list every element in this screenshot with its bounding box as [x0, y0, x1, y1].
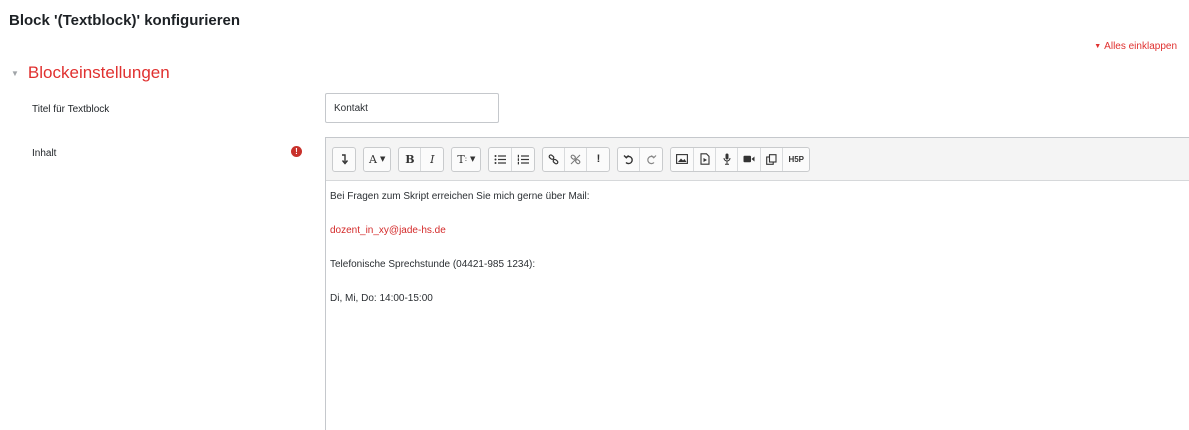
- unlink-icon: [571, 154, 581, 164]
- insert-image-button[interactable]: [671, 147, 695, 171]
- collapse-icon: [341, 154, 349, 165]
- unordered-list-icon: [494, 154, 507, 164]
- bold-button[interactable]: B: [399, 147, 422, 171]
- section-title: Blockeinstellungen: [27, 63, 170, 82]
- image-icon: [676, 154, 689, 164]
- media-icon: [700, 153, 710, 165]
- unordered-list-button[interactable]: [489, 147, 513, 171]
- configure-block-page: Block '(Textblock)' konfigurieren ▼ Alles…: [0, 0, 1189, 430]
- ordered-list-button[interactable]: [512, 148, 534, 171]
- italic-icon: I: [430, 152, 435, 166]
- page-title: Block '(Textblock)' konfigurieren: [9, 12, 241, 29]
- editor-line: Bei Fragen zum Skript erreichen Sie mich…: [330, 191, 590, 202]
- record-audio-button[interactable]: [716, 147, 739, 171]
- chevron-down-icon: ▼: [379, 155, 386, 163]
- editor-line: Telefonische Sprechstunde (04421-985 123…: [330, 259, 536, 270]
- undo-button[interactable]: [618, 147, 641, 171]
- toolbar-group-history: [617, 146, 664, 172]
- collapse-all-label: Alles einklappen: [1104, 41, 1177, 52]
- record-video-button[interactable]: [738, 147, 762, 171]
- collapse-all-link[interactable]: ▼ Alles einklappen: [1094, 41, 1177, 52]
- caret-down-icon: ▼: [1094, 43, 1102, 50]
- link-icon: [549, 153, 559, 164]
- toolbar-group-collapse: [332, 146, 356, 172]
- toolbar-group-text-style: B I: [398, 146, 445, 172]
- manage-files-button[interactable]: [761, 147, 784, 171]
- record-video-icon: [743, 155, 755, 163]
- content-editor[interactable]: A ▼ B I T: ▼ ! H5P Bei Fragen zum Skript…: [325, 137, 1189, 430]
- ordered-list-icon: [518, 154, 530, 164]
- chevron-down-icon: ▼: [470, 155, 476, 163]
- insert-h5p-button[interactable]: H5P: [783, 148, 809, 171]
- redo-button[interactable]: [640, 148, 662, 171]
- font-color-button[interactable]: A ▼: [364, 148, 390, 171]
- toolbar-group-styles: T: ▼: [451, 146, 482, 172]
- required-icon: !: [291, 146, 302, 157]
- emoji-icon: !: [596, 153, 601, 165]
- editor-line: Di, Mi, Do: 14:00-15:00: [330, 293, 433, 304]
- title-field-label: Titel für Textblock: [32, 104, 110, 115]
- toolbar-group-lists: [488, 146, 536, 172]
- h5p-icon: H5P: [788, 154, 804, 164]
- toolbar-group-media: H5P: [670, 146, 810, 172]
- collapse-toolbar-button[interactable]: [333, 148, 355, 171]
- editor-toolbar: A ▼ B I T: ▼ ! H5P: [326, 138, 1189, 181]
- redo-icon: [647, 154, 657, 164]
- content-field-label: Inhalt: [32, 148, 57, 159]
- unlink-button[interactable]: [565, 147, 588, 171]
- insert-media-button[interactable]: [694, 147, 717, 171]
- section-header-block-settings[interactable]: ▼ Blockeinstellungen: [11, 63, 170, 83]
- editor-content-area[interactable]: Bei Fragen zum Skript erreichen Sie mich…: [326, 181, 1189, 305]
- emoji-button[interactable]: !: [587, 148, 609, 171]
- bold-icon: B: [405, 152, 415, 166]
- undo-icon: [623, 154, 634, 164]
- toolbar-group-font: A ▼: [363, 146, 392, 172]
- paragraph-styles-icon: T: [457, 152, 465, 166]
- title-input[interactable]: [325, 93, 499, 123]
- toolbar-group-links: !: [542, 146, 611, 172]
- link-button[interactable]: [543, 147, 566, 171]
- caret-down-icon: ▼: [11, 68, 19, 78]
- italic-button[interactable]: I: [421, 148, 443, 171]
- font-color-icon: A: [369, 152, 377, 166]
- manage-files-icon: [766, 153, 777, 165]
- email-link[interactable]: dozent_in_xy@jade-hs.de: [330, 225, 1185, 237]
- record-audio-icon: [723, 153, 731, 165]
- paragraph-styles-button[interactable]: T: ▼: [452, 148, 480, 171]
